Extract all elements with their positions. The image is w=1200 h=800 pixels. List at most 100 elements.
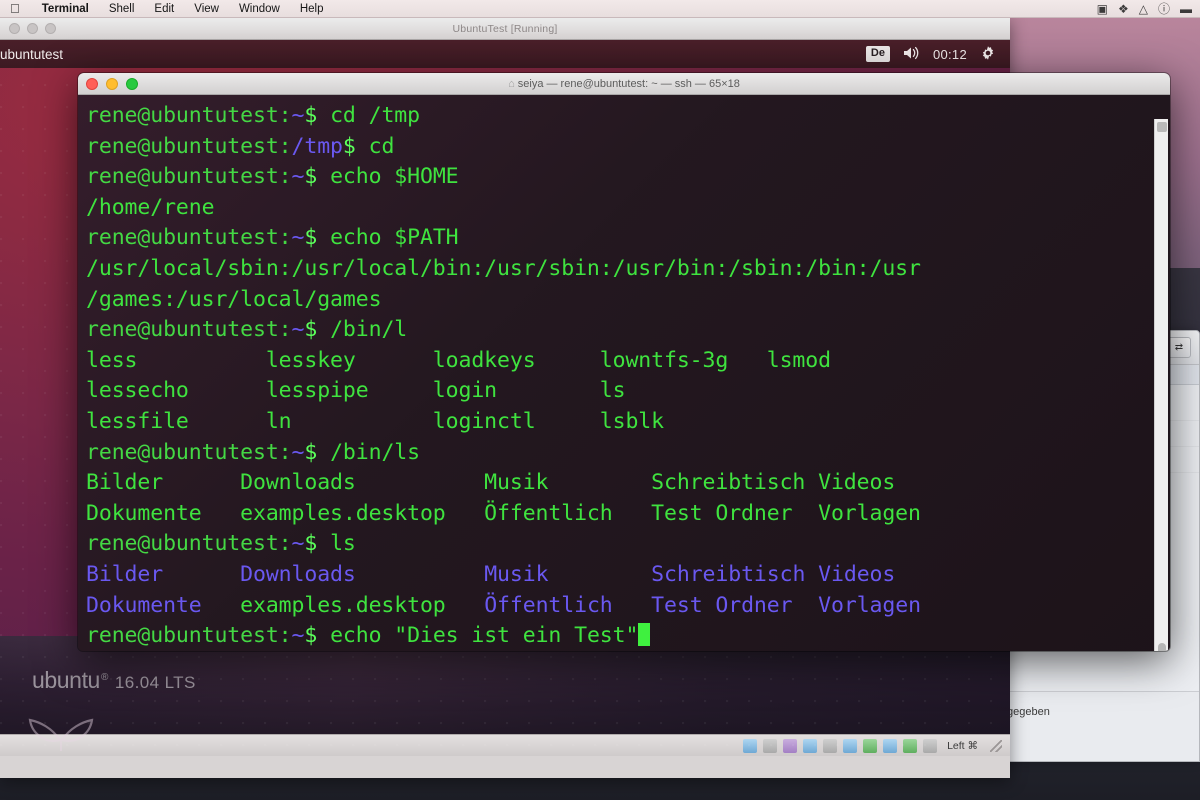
shuffle-button[interactable]: ⇄ — [1167, 337, 1191, 358]
power-icon[interactable]: ⓘ — [1158, 3, 1170, 15]
terminal-window[interactable]: ⌂ seiya — rene@ubuntutest: ~ — ssh — 65×1… — [78, 73, 1170, 651]
terminal-command: ls — [317, 531, 356, 557]
terminal-output: rene@ubuntutest:~$ cd /tmp rene@ubuntutes… — [82, 101, 1170, 651]
menu-item-shell[interactable]: Shell — [99, 3, 145, 15]
mac-menu-status-icons[interactable]: ▣ ❖ △ ⓘ ▬ — [1097, 3, 1200, 15]
ls-directory: Dokumente — [86, 592, 241, 618]
terminal-prompt-path: ~ — [291, 317, 305, 343]
terminal-prompt-symbol: $ — [304, 317, 318, 343]
usb-icon[interactable] — [843, 738, 858, 753]
terminal-line: lessfile ln loginctl lsblk — [86, 408, 664, 434]
ls-file: examples.desktop — [240, 592, 485, 618]
terminal-line: rene@ubuntutest:~$ echo $PATH — [86, 223, 1170, 254]
ubuntu-brand-text: ubuntu — [32, 667, 100, 693]
terminal-command: /bin/ls — [317, 439, 420, 465]
mac-menu-bar[interactable]:  Terminal Shell Edit View Window Help ▣… — [0, 0, 1200, 18]
terminal-prompt-symbol: $ — [304, 225, 318, 251]
shuffle-icon: ⇄ — [1174, 342, 1184, 353]
ubuntu-panel-tray[interactable]: De 00:12 — [865, 45, 1010, 63]
mouse-icon[interactable] — [923, 738, 938, 753]
terminal-cursor — [638, 623, 651, 647]
terminal-line: rene@ubuntutest:~$ /bin/l — [86, 315, 1170, 346]
menu-item-edit[interactable]: Edit — [144, 3, 184, 15]
terminal-window-title: ⌂ seiya — rene@ubuntutest: ~ — ssh — 65×1… — [78, 78, 1170, 90]
scrollbar-up-button[interactable] — [1156, 122, 1167, 132]
ubuntu-watermark: ubuntu ® 16.04 LTS — [32, 667, 196, 694]
virtualbox-window-title: UbuntuTest [Running] — [452, 22, 558, 35]
terminal-line: Bilder Downloads Musik Schreibtisch Vide… — [86, 470, 896, 496]
recording-icon[interactable] — [903, 738, 918, 753]
terminal-prompt-user: rene@ubuntutest: — [86, 164, 292, 190]
menu-item-terminal[interactable]: Terminal — [32, 3, 99, 15]
remote-session-icon: ⌂ — [508, 77, 515, 90]
dropbox-icon[interactable]: ❖ — [1118, 3, 1129, 15]
terminal-prompt-path: ~ — [291, 103, 305, 128]
terminal-line: Dokumente examples.desktop Öffentlich Te… — [86, 500, 921, 526]
ls-directory: Öffentlich — [484, 592, 652, 618]
virtualbox-titlebar[interactable]: UbuntuTest [Running] — [0, 18, 1010, 40]
ls-directory: Bilder — [86, 561, 241, 587]
terminal-prompt-symbol: $ — [304, 439, 318, 465]
terminal-prompt-user: rene@ubuntutest: — [86, 531, 292, 557]
screenshot-root: ▾ ⇄ um 54 69 gegeben UbuntuTest [Running… — [0, 0, 1200, 800]
terminal-command: /bin/l — [317, 317, 408, 343]
resize-grip[interactable] — [990, 739, 1002, 752]
terminal-prompt-path: ~ — [291, 439, 305, 465]
ls-directory: Downloads — [240, 561, 485, 587]
terminal-scrollbar[interactable] — [1154, 119, 1168, 651]
apple-icon[interactable]:  — [10, 2, 20, 15]
hard-disk-icon[interactable] — [743, 738, 758, 753]
network-icon[interactable] — [823, 738, 838, 753]
terminal-line: rene@ubuntutest:~$ ls — [86, 529, 1170, 560]
floppy-icon[interactable] — [783, 738, 798, 753]
terminal-prompt-path: ~ — [291, 225, 305, 251]
terminal-line: rene@ubuntutest:~$ cd /tmp — [86, 101, 1170, 132]
gear-icon[interactable] — [980, 45, 996, 63]
speaker-icon[interactable] — [903, 46, 920, 62]
menu-item-help[interactable]: Help — [290, 3, 334, 15]
battery-icon[interactable]: ▬ — [1180, 3, 1192, 15]
terminal-prompt-path: ~ — [291, 531, 305, 557]
terminal-line: less lesskey loadkeys lowntfs-3g lsmod — [86, 347, 831, 373]
terminal-prompt-user: rene@ubuntutest: — [86, 439, 292, 465]
ubuntu-hostname-label: ubuntutest — [0, 46, 64, 62]
terminal-prompt-path: ~ — [291, 623, 305, 649]
ls-directory: Schreibtisch — [651, 561, 819, 587]
terminal-line: rene@ubuntutest:~$ echo $HOME — [86, 162, 1170, 193]
virtualbox-status-bar[interactable]: Left ⌘ — [0, 734, 1010, 756]
terminal-line: lessecho lesspipe login ls — [86, 378, 626, 404]
ubuntu-top-panel[interactable]: ubuntutest De 00:12 — [0, 40, 1010, 68]
terminal-command: echo $HOME — [317, 164, 459, 190]
menu-item-window[interactable]: Window — [229, 3, 290, 15]
host-key-label: Left ⌘ — [947, 739, 978, 752]
ls-directory: Videos — [818, 561, 896, 587]
ls-directory: Musik — [484, 561, 652, 587]
screen-recording-icon[interactable]: ▣ — [1097, 3, 1108, 15]
terminal-line: /home/rene — [86, 194, 215, 220]
terminal-prompt-symbol: $ — [342, 133, 356, 159]
terminal-prompt-user: rene@ubuntutest: — [86, 317, 292, 343]
audio-icon[interactable] — [803, 738, 818, 753]
terminal-prompt-user: rene@ubuntutest: — [86, 133, 292, 159]
optical-drive-icon[interactable] — [763, 738, 778, 753]
terminal-line: Bilder Downloads Musik Schreibtisch Vide… — [86, 560, 1170, 591]
ubuntu-version-text: 16.04 LTS — [114, 673, 196, 692]
ubuntu-clock[interactable]: 00:12 — [933, 47, 967, 62]
terminal-titlebar[interactable]: ⌂ seiya — rene@ubuntutest: ~ — ssh — 65×1… — [78, 73, 1170, 95]
cloud-sync-icon[interactable]: △ — [1139, 3, 1148, 15]
scrollbar-thumb[interactable] — [1158, 643, 1166, 651]
keyboard-layout-indicator[interactable]: De — [865, 46, 890, 62]
terminal-prompt-user: rene@ubuntutest: — [86, 225, 292, 251]
terminal-command: echo $PATH — [317, 225, 459, 251]
shared-folder-icon[interactable] — [863, 738, 878, 753]
terminal-prompt-symbol: $ — [304, 531, 318, 557]
terminal-line: Dokumente examples.desktop Öffentlich Te… — [86, 591, 1170, 622]
terminal-line: rene@ubuntutest:/tmp$ cd — [86, 132, 1170, 163]
terminal-line: rene@ubuntutest:~$ echo "Dies ist ein Te… — [86, 621, 1170, 651]
display-icon[interactable] — [883, 738, 898, 753]
terminal-prompt-symbol: $ — [304, 103, 318, 128]
menu-item-view[interactable]: View — [184, 3, 229, 15]
terminal-prompt-user: rene@ubuntutest: — [86, 103, 292, 128]
terminal-body[interactable]: rene@ubuntutest:~$ cd /tmp rene@ubuntutes… — [78, 95, 1170, 651]
terminal-prompt-user: rene@ubuntutest: — [86, 623, 292, 649]
